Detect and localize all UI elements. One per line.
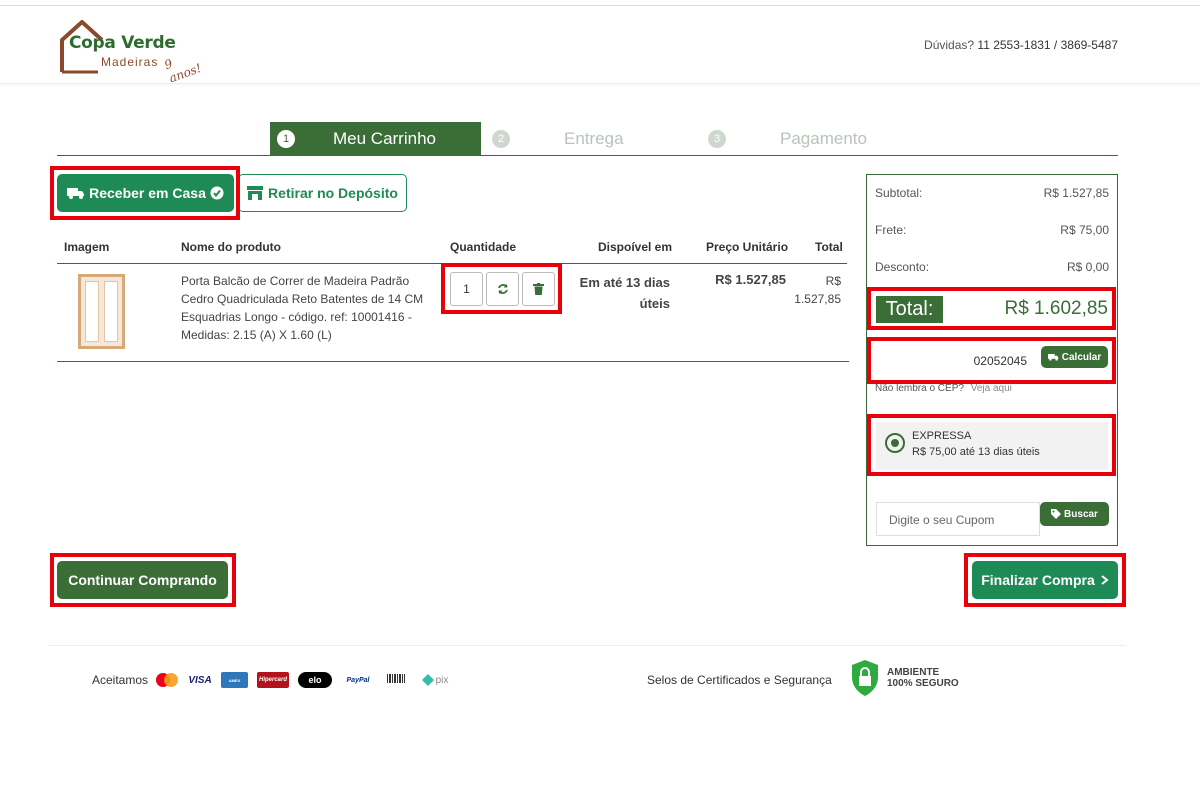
paypal-icon: PayPal xyxy=(346,676,370,684)
step-cart: 1 Meu Carrinho xyxy=(270,122,481,155)
step-delivery: 2 Entrega xyxy=(492,122,624,155)
table-row-divider xyxy=(57,361,849,362)
shipping-value: R$ 75,00 xyxy=(1060,223,1109,237)
visa-icon: VISA xyxy=(188,674,212,686)
accept-label: Aceitamos xyxy=(92,673,149,687)
footer-divider xyxy=(48,645,1126,646)
highlight-box xyxy=(441,263,562,314)
highlight-box xyxy=(867,287,1116,330)
step-label: Entrega xyxy=(564,128,624,148)
pix-icon: pix xyxy=(416,672,454,688)
highlight-box xyxy=(50,553,236,607)
contact-phones[interactable]: 11 2553-1831 / 3869-5487 xyxy=(977,38,1118,52)
shipping-label: Frete: xyxy=(875,223,907,237)
search-coupon-label: Buscar xyxy=(1064,508,1098,520)
col-header-total: Total xyxy=(815,240,843,254)
brand-name: Copa Verde xyxy=(69,33,176,53)
contact-label: Dúvidas? xyxy=(924,38,975,52)
coupon-input[interactable]: Digite o seu Cupom xyxy=(876,502,1040,536)
logo[interactable]: Copa Verde Madeiras 9 anos! xyxy=(58,18,208,85)
col-header-unit-price: Preço Unitário xyxy=(706,240,789,254)
highlight-box xyxy=(964,553,1126,607)
contact-info: Dúvidas? 11 2553-1831 / 3869-5487 xyxy=(924,38,1118,52)
row-total: R$ 1.527,85 xyxy=(794,274,841,306)
cep-help: Não lembra o CEP? Veja aqui xyxy=(875,383,1012,394)
hipercard-icon: Hipercard xyxy=(257,672,289,688)
subtotal-label: Subtotal: xyxy=(875,186,923,200)
step-payment: 3 Pagamento xyxy=(708,122,867,155)
subtotal-value: R$ 1.527,85 xyxy=(1043,186,1109,200)
boleto-icon xyxy=(385,672,407,688)
amex-icon: AMEX xyxy=(221,672,248,688)
product-name[interactable]: Porta Balcão de Correr de Madeira Padrão… xyxy=(181,272,439,344)
secure-line-2: 100% SEGURO xyxy=(887,678,959,689)
mastercard-icon xyxy=(155,672,179,688)
discount-label: Desconto: xyxy=(875,260,930,274)
seals-label: Selos de Certificados e Segurança xyxy=(647,673,832,687)
discount-row: Desconto: R$ 0,00 xyxy=(875,260,1109,274)
checkout-steps: 1 Meu Carrinho 2 Entrega 3 Pagamento xyxy=(57,122,1118,156)
col-header-image: Imagem xyxy=(64,240,110,254)
search-coupon-button[interactable]: Buscar xyxy=(1040,502,1109,526)
col-header-availability: Dispoível em xyxy=(598,240,673,254)
highlight-box xyxy=(50,166,240,220)
step-number: 1 xyxy=(277,129,295,148)
cep-lookup-link[interactable]: Veja aqui xyxy=(971,383,1012,394)
shipping-row: Frete: R$ 75,00 xyxy=(875,223,1109,237)
unit-price: R$ 1.527,85 xyxy=(715,272,786,287)
shield-lock-icon xyxy=(852,660,878,696)
elo-icon: elo xyxy=(298,672,332,688)
tag-icon xyxy=(1051,509,1062,519)
cep-help-text: Não lembra o CEP? xyxy=(875,383,964,394)
pickup-depot-label: Retirar no Depósito xyxy=(268,185,398,201)
availability: Em até 13 dias úteis xyxy=(579,275,670,311)
subtotal-row: Subtotal: R$ 1.527,85 xyxy=(875,186,1109,200)
discount-value: R$ 0,00 xyxy=(1066,260,1109,274)
highlight-box xyxy=(867,414,1116,476)
secure-badge: AMBIENTE 100% SEGURO xyxy=(851,659,959,697)
highlight-box xyxy=(867,337,1116,384)
step-number: 3 xyxy=(708,129,726,148)
pickup-depot-button[interactable]: Retirar no Depósito xyxy=(238,174,407,212)
secure-line-1: AMBIENTE xyxy=(887,667,940,678)
product-image[interactable] xyxy=(78,274,125,349)
site-header: Copa Verde Madeiras 9 anos! Dúvidas? 11 … xyxy=(0,6,1200,85)
brand-subtitle: Madeiras xyxy=(101,55,159,69)
col-header-quantity: Quantidade xyxy=(450,240,517,254)
step-label: Pagamento xyxy=(780,128,867,148)
col-header-name: Nome do produto xyxy=(181,240,281,254)
store-icon xyxy=(247,186,264,200)
step-label: Meu Carrinho xyxy=(333,128,436,148)
step-number: 2 xyxy=(492,129,510,148)
